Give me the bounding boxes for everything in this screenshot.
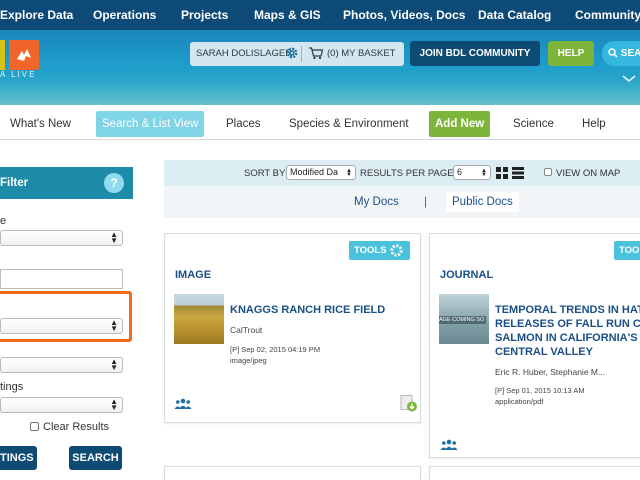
- divider: [301, 46, 302, 62]
- basket-icon[interactable]: [308, 46, 324, 65]
- card-date: [P] Sep 02, 2015 04:19 PM: [230, 345, 321, 354]
- tab-species-environment[interactable]: Species & Environment: [289, 108, 409, 140]
- select-arrows-icon: ▲ ▼: [481, 168, 487, 178]
- nav-maps-gis[interactable]: Maps & GIS: [254, 8, 321, 22]
- card-thumbnail[interactable]: [174, 294, 224, 344]
- tools-label: TOOL: [619, 245, 640, 256]
- filter-header: Filter ?: [0, 167, 133, 199]
- tools-button[interactable]: TOOL: [614, 241, 640, 260]
- results-per-page-label: RESULTS PER PAGE: [360, 168, 454, 179]
- card-title-line[interactable]: CENTRAL VALLEY: [495, 345, 593, 359]
- gear-icon[interactable]: [285, 46, 299, 65]
- tab-public-docs[interactable]: Public Docs: [446, 192, 519, 212]
- top-nav: Explore Data Operations Projects Maps & …: [0, 0, 640, 30]
- result-card[interactable]: [164, 466, 421, 480]
- sort-bar: SORT BY Modified Da ▲ ▼ RESULTS PER PAGE …: [164, 160, 640, 186]
- thumbnail-caption: AGE COMING SO: [439, 316, 487, 324]
- clear-results-checkbox[interactable]: [30, 422, 39, 431]
- user-name[interactable]: SARAH DOLISLAGER: [196, 48, 292, 59]
- select-arrows-icon: ▲ ▼: [110, 357, 118, 372]
- tab-science[interactable]: Science: [513, 108, 554, 140]
- card-title-line[interactable]: SALMON IN CALIFORNIA'S: [495, 331, 638, 345]
- card-title[interactable]: KNAGGS RANCH RICE FIELD: [230, 303, 385, 317]
- tab-help[interactable]: Help: [582, 108, 606, 140]
- add-new-button[interactable]: Add New: [429, 111, 491, 137]
- card-date: [P] Sep 01, 2015 10:13 AM: [495, 386, 585, 395]
- tab-places[interactable]: Places: [226, 108, 261, 140]
- tools-button[interactable]: TOOLS: [349, 241, 410, 260]
- select-arrows-icon: ▲ ▼: [110, 397, 118, 412]
- view-on-map-checkbox[interactable]: [544, 168, 552, 176]
- logo-text: A LIVE: [0, 70, 37, 79]
- settings-label: tings: [0, 381, 24, 393]
- clear-results-row[interactable]: Clear Results: [30, 421, 109, 433]
- view-on-map-label: VIEW ON MAP: [556, 168, 621, 179]
- sort-by-value: Modified Da: [290, 167, 339, 177]
- banner-wave: [0, 78, 640, 105]
- nav-data-catalog[interactable]: Data Catalog: [478, 8, 551, 22]
- user-bar: SARAH DOLISLAGER (0) MY BASKET: [190, 42, 404, 66]
- tab-whats-new[interactable]: What's New: [10, 108, 71, 140]
- nav-photos-videos-docs[interactable]: Photos, Videos, Docs: [343, 8, 465, 22]
- tab-search-list-view[interactable]: Search & List View: [96, 111, 205, 137]
- card-title-line[interactable]: RELEASES OF FALL RUN CHI: [495, 317, 640, 331]
- list-view-icon[interactable]: [512, 166, 524, 184]
- logo-block: [0, 40, 5, 70]
- doc-tabs: My Docs | Public Docs: [164, 186, 640, 218]
- grid-view-icon[interactable]: [496, 166, 508, 184]
- download-icon[interactable]: [400, 395, 418, 417]
- sort-by-label: SORT BY: [244, 168, 286, 179]
- filter-title: Filter: [0, 177, 29, 189]
- keyword-input[interactable]: [0, 269, 123, 289]
- card-title-line[interactable]: TEMPORAL TRENDS IN HAT: [495, 303, 640, 317]
- results-per-page-value: 6: [457, 167, 463, 177]
- group-icon[interactable]: [440, 437, 458, 455]
- card-author: Eric R. Huber, Stephanie M...: [495, 367, 606, 377]
- select-arrows-icon: ▲ ▼: [110, 230, 118, 245]
- nav-projects[interactable]: Projects: [181, 8, 228, 22]
- nav-operations[interactable]: Operations: [93, 8, 156, 22]
- tab-separator: |: [424, 196, 427, 208]
- header-banner: A LIVE SARAH DOLISLAGER (0) MY BASKET JO…: [0, 30, 640, 105]
- search-icon: [608, 48, 618, 59]
- nav-explore-data[interactable]: Explore Data: [0, 8, 73, 22]
- sub-nav: What's New Search & List View Places Spe…: [0, 108, 640, 140]
- basket-link[interactable]: (0) MY BASKET: [327, 48, 395, 59]
- result-card[interactable]: [429, 466, 640, 480]
- top-search-label: SEAR: [620, 48, 640, 59]
- help-icon[interactable]: ?: [104, 173, 124, 193]
- card-type: IMAGE: [175, 269, 212, 281]
- type-select[interactable]: ▲ ▼: [0, 230, 123, 246]
- card-mime: image/jpeg: [230, 356, 267, 365]
- bird-logo-icon[interactable]: [9, 40, 39, 70]
- tab-my-docs[interactable]: My Docs: [354, 196, 399, 208]
- sort-by-select[interactable]: Modified Da ▲ ▼: [286, 165, 356, 180]
- card-thumbnail[interactable]: AGE COMING SO: [439, 294, 489, 344]
- gear-icon: [390, 244, 403, 257]
- chevron-down-icon[interactable]: [622, 70, 636, 88]
- group-icon[interactable]: [174, 396, 192, 414]
- select-arrows-icon: ▲ ▼: [346, 168, 352, 178]
- help-button[interactable]: HELP: [548, 41, 594, 66]
- settings-select[interactable]: ▲ ▼: [0, 397, 123, 413]
- nav-community[interactable]: Community: [575, 8, 640, 22]
- card-type: JOURNAL: [440, 269, 494, 281]
- settings-button[interactable]: TINGS: [0, 446, 37, 470]
- card-author: CalTrout: [230, 325, 263, 335]
- card-mime: application/pdf: [495, 397, 544, 406]
- tools-label: TOOLS: [354, 245, 387, 256]
- top-search-button[interactable]: SEAR: [602, 41, 640, 66]
- type-label: e: [0, 215, 7, 227]
- highlight-box: [0, 291, 132, 342]
- join-community-button[interactable]: JOIN BDL COMMUNITY: [410, 41, 540, 66]
- clear-results-label: Clear Results: [43, 421, 110, 433]
- subcategory-select[interactable]: ▲ ▼: [0, 357, 123, 373]
- search-button[interactable]: SEARCH: [69, 446, 122, 470]
- results-per-page-select[interactable]: 6 ▲ ▼: [453, 165, 491, 180]
